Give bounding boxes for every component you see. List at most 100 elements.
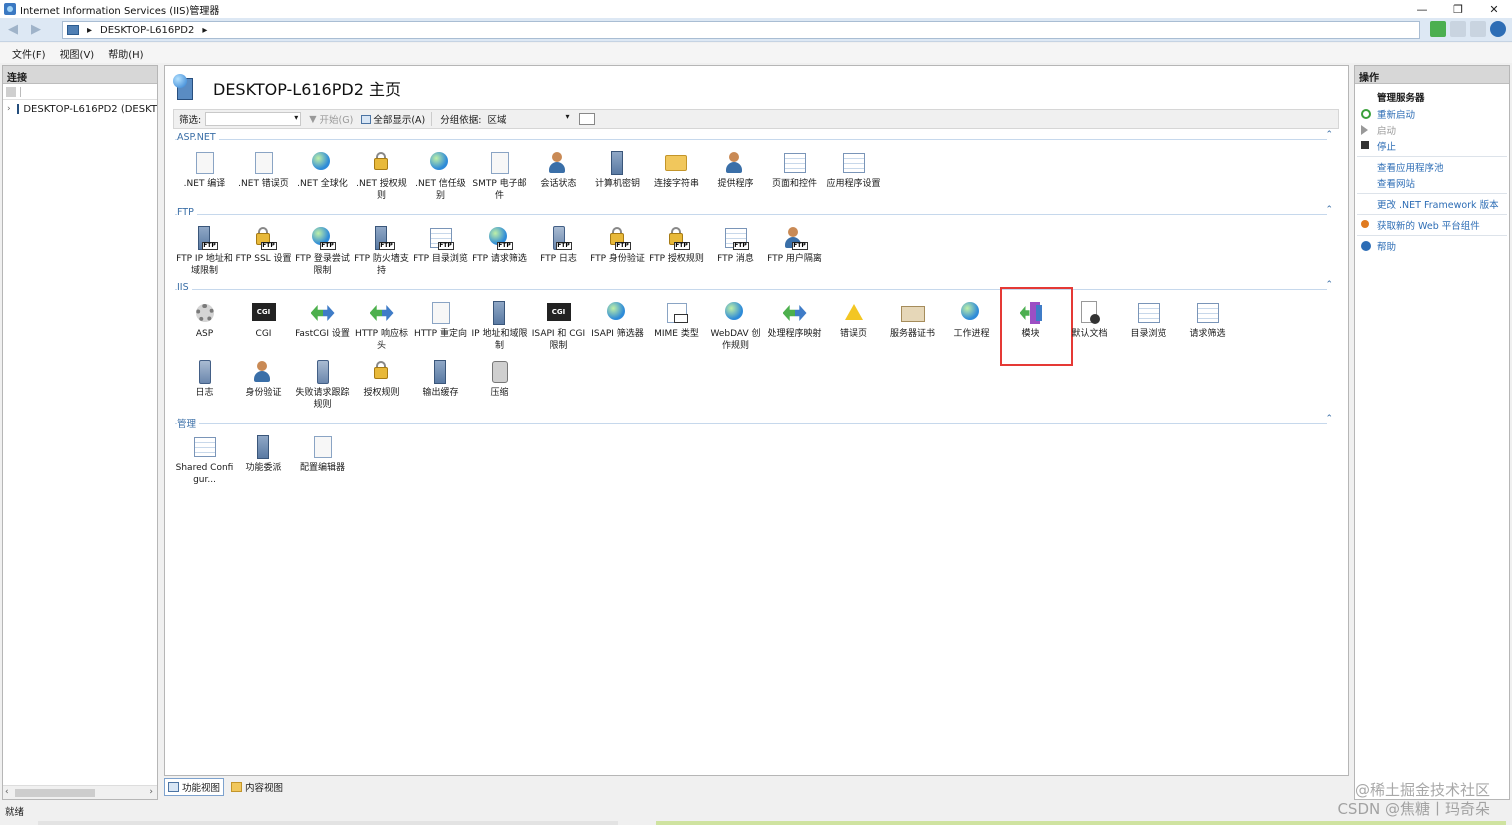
forward-arrow-icon[interactable]: ▶: [26, 20, 46, 40]
tree-node-label[interactable]: DESKTOP-L616PD2 (DESKT: [23, 104, 157, 115]
collapse-caret-icon[interactable]: ⌃: [1325, 280, 1333, 290]
feature-tile[interactable]: CGI ISAPI 和 CGI 限制: [529, 298, 588, 357]
back-arrow-icon[interactable]: ◀: [3, 20, 23, 40]
menu-help[interactable]: 帮助(H): [108, 46, 143, 61]
feature-tile[interactable]: .NET 编译: [175, 148, 234, 207]
minimize-button[interactable]: —: [1404, 0, 1440, 18]
horizontal-scrollbar[interactable]: ‹ ›: [3, 785, 157, 799]
feature-tile[interactable]: FTP FTP 登录尝试限制: [293, 223, 352, 282]
feature-tile[interactable]: 工作进程: [942, 298, 1001, 357]
home-icon[interactable]: [1470, 21, 1486, 37]
collapse-caret-icon[interactable]: ⌃: [1325, 414, 1333, 424]
feature-tile-modules[interactable]: 模块: [1000, 287, 1073, 366]
feature-label: 应用程序设置: [826, 179, 881, 189]
feature-tile[interactable]: FTP FTP 用户隔离: [765, 223, 824, 282]
status-text: 就绪: [5, 807, 25, 818]
feature-tile[interactable]: 请求筛选: [1178, 298, 1237, 357]
help-icon[interactable]: [1490, 21, 1506, 37]
feature-tile[interactable]: 输出缓存: [411, 357, 470, 416]
breadcrumb-separator-icon[interactable]: ▸: [202, 25, 207, 36]
feature-tile[interactable]: FTP FTP 消息: [706, 223, 765, 282]
feature-tile[interactable]: 授权规则: [352, 357, 411, 416]
feature-tile[interactable]: FTP FTP 请求筛选: [470, 223, 529, 282]
breadcrumb[interactable]: ▸ DESKTOP-L616PD2 ▸: [62, 21, 1420, 39]
tab-content-view[interactable]: 内容视图: [228, 779, 286, 795]
feature-tile[interactable]: 日志: [175, 357, 234, 416]
feature-tile[interactable]: .NET 授权规则: [352, 148, 411, 207]
feature-tile[interactable]: 页面和控件: [765, 148, 824, 207]
stop-icon[interactable]: [1450, 21, 1466, 37]
feature-tile[interactable]: 处理程序映射: [765, 298, 824, 357]
view-mode-icon[interactable]: [579, 113, 596, 125]
feature-tile[interactable]: .NET 全球化: [293, 148, 352, 207]
feature-tile[interactable]: MIME 类型: [647, 298, 706, 357]
feature-tile[interactable]: 目录浏览: [1119, 298, 1178, 357]
feature-tile[interactable]: 配置编辑器: [293, 432, 352, 491]
feature-tile[interactable]: 会话状态: [529, 148, 588, 207]
feature-tile[interactable]: .NET 错误页: [234, 148, 293, 207]
feature-tile[interactable]: FTP FTP 日志: [529, 223, 588, 282]
scroll-left-icon[interactable]: ‹: [5, 787, 9, 797]
start-action[interactable]: 启动: [1355, 122, 1509, 138]
get-web-platform-action[interactable]: 获取新的 Web 平台组件: [1355, 217, 1509, 233]
feature-tile[interactable]: .NET 信任级别: [411, 148, 470, 207]
feature-tile[interactable]: 默认文档: [1060, 298, 1119, 357]
feature-tile[interactable]: FTP FTP 授权规则: [647, 223, 706, 282]
feature-tile[interactable]: FTP FTP SSL 设置: [234, 223, 293, 282]
feature-tile[interactable]: 计算机密钥: [588, 148, 647, 207]
play-icon: [1361, 125, 1368, 135]
feature-tile[interactable]: HTTP 响应标头: [352, 298, 411, 357]
feature-tile[interactable]: FTP FTP 身份验证: [588, 223, 647, 282]
feature-icon: [664, 300, 690, 326]
stop-action[interactable]: 停止: [1355, 138, 1509, 154]
feature-tile[interactable]: 功能委派: [234, 432, 293, 491]
feature-tile[interactable]: FTP FTP 目录浏览: [411, 223, 470, 282]
view-sites-action[interactable]: 查看网站: [1355, 175, 1509, 191]
start-filter-button[interactable]: ▼ 开始(G): [309, 112, 353, 127]
feature-tile[interactable]: FTP FTP 防火墙支持: [352, 223, 411, 282]
feature-tile[interactable]: FTP FTP IP 地址和域限制: [175, 223, 234, 282]
feature-tile[interactable]: ISAPI 筛选器: [588, 298, 647, 357]
restart-action[interactable]: 重新启动: [1355, 106, 1509, 122]
breadcrumb-separator-icon[interactable]: ▸: [87, 25, 92, 36]
feature-tile[interactable]: 连接字符串: [647, 148, 706, 207]
feature-tile[interactable]: 提供程序: [706, 148, 765, 207]
feature-tile[interactable]: SMTP 电子邮件: [470, 148, 529, 207]
feature-tile[interactable]: HTTP 重定向: [411, 298, 470, 357]
go-icon[interactable]: [1430, 21, 1446, 37]
show-all-button[interactable]: 全部显示(A): [361, 112, 425, 126]
expand-chevron-icon[interactable]: ›: [7, 104, 11, 114]
connect-icon[interactable]: [6, 86, 16, 97]
close-button[interactable]: ✕: [1476, 0, 1512, 18]
breadcrumb-server[interactable]: DESKTOP-L616PD2: [100, 25, 194, 36]
scroll-right-icon[interactable]: ›: [149, 787, 153, 797]
feature-tile[interactable]: 应用程序设置: [824, 148, 883, 207]
group-by-select[interactable]: 区域: [485, 112, 571, 126]
feature-tile[interactable]: WebDAV 创作规则: [706, 298, 765, 357]
feature-tile[interactable]: ASP: [175, 298, 234, 357]
feature-tile[interactable]: 压缩: [470, 357, 529, 416]
filter-input[interactable]: [205, 112, 302, 126]
collapse-caret-icon[interactable]: ⌃: [1325, 205, 1333, 215]
feature-tile[interactable]: 错误页: [824, 298, 883, 357]
actions-divider: [1357, 193, 1507, 194]
feature-tile[interactable]: 失败请求跟踪规则: [293, 357, 352, 416]
change-net-version-action[interactable]: 更改 .NET Framework 版本: [1355, 196, 1509, 212]
feature-tile[interactable]: IP 地址和域限制: [470, 298, 529, 357]
menu-view[interactable]: 视图(V): [60, 46, 95, 61]
feature-icon: [1077, 300, 1103, 326]
tree-node-server[interactable]: › DESKTOP-L616PD2 (DESKT: [3, 100, 157, 118]
feature-tile[interactable]: 服务器证书: [883, 298, 942, 357]
view-app-pools-action[interactable]: 查看应用程序池: [1355, 159, 1509, 175]
feature-tile[interactable]: Shared Configur...: [175, 432, 234, 491]
tab-features-view[interactable]: 功能视图: [164, 778, 225, 796]
restore-button[interactable]: ❐: [1440, 0, 1476, 18]
feature-tile[interactable]: FastCGI 设置: [293, 298, 352, 357]
help-action[interactable]: 帮助: [1355, 238, 1509, 254]
menu-file[interactable]: 文件(F): [12, 46, 46, 61]
feature-tile[interactable]: 身份验证: [234, 357, 293, 416]
scrollbar-thumb[interactable]: [15, 789, 95, 797]
feature-tile[interactable]: CGI CGI: [234, 298, 293, 357]
collapse-caret-icon[interactable]: ⌃: [1325, 130, 1333, 140]
change-net-version-label: 更改 .NET Framework 版本: [1377, 200, 1499, 211]
